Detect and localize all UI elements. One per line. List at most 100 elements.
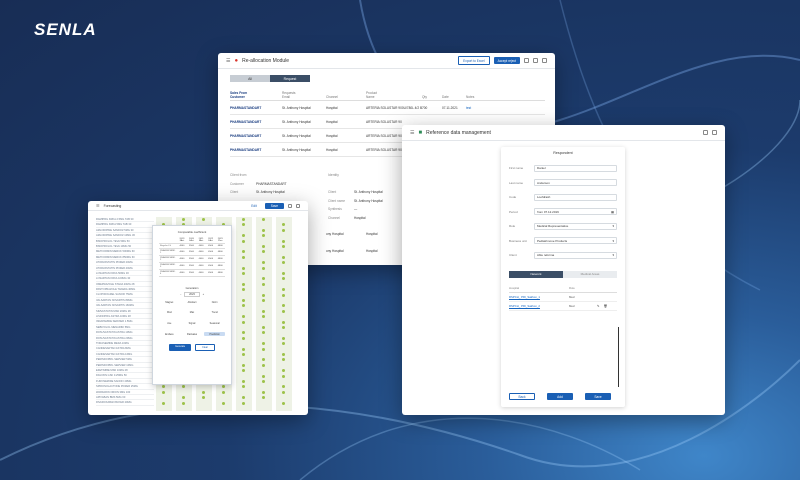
status-dot[interactable] <box>242 347 245 351</box>
status-dot[interactable] <box>242 401 245 405</box>
status-dot[interactable] <box>242 266 245 270</box>
status-dot[interactable] <box>262 326 265 329</box>
field-input[interactable]: from 07.12.2019 ▦ <box>534 208 617 216</box>
settings-icon[interactable] <box>533 58 538 63</box>
menu-icon[interactable]: ☰ <box>96 203 100 208</box>
product-item[interactable]: RIVAROXABAN BAYER 20MG <box>96 400 154 406</box>
tab-request[interactable]: Request <box>270 75 310 82</box>
status-dot[interactable] <box>262 245 265 248</box>
status-dot[interactable] <box>282 326 285 329</box>
export-button[interactable]: Export to Excel <box>458 56 490 65</box>
field-input[interactable]: Daniel <box>534 164 617 172</box>
generation-option[interactable]: Endless <box>159 332 180 337</box>
user-icon[interactable] <box>712 130 717 135</box>
generation-option[interactable]: Signal <box>182 321 203 326</box>
field-input[interactable]: Loofdrash <box>534 193 617 201</box>
generation-option[interactable]: Flat/sales <box>182 332 203 337</box>
status-dot[interactable] <box>162 401 165 405</box>
field-input[interactable]: Pediatrimove Products ▾ <box>534 237 617 245</box>
status-dot[interactable] <box>282 272 285 275</box>
delete-icon[interactable]: 🗑 <box>604 304 608 308</box>
status-dot[interactable] <box>242 380 245 383</box>
menu-icon[interactable]: ☰ <box>410 130 414 136</box>
add-button[interactable]: Add <box>547 393 573 400</box>
edit-button[interactable]: Edit <box>247 202 261 209</box>
calendar-icon[interactable]: ▦ <box>611 210 614 214</box>
generate-button[interactable]: Generate <box>169 344 192 352</box>
status-dot[interactable] <box>262 347 265 351</box>
status-dot[interactable] <box>262 309 265 313</box>
status-dot[interactable] <box>282 320 285 324</box>
status-dot[interactable] <box>242 363 245 367</box>
status-dot[interactable] <box>242 272 245 275</box>
status-dot[interactable] <box>262 228 265 232</box>
status-dot[interactable] <box>202 218 205 221</box>
table-row[interactable]: PHARMASTANDART St. Anthony Hospital Hospit… <box>230 101 545 115</box>
table-row[interactable]: RSPCH_ PRI_Sakhon_2 Med ✎ 🗑 <box>509 302 617 311</box>
chevron-down-icon[interactable]: ▾ <box>612 253 614 257</box>
status-dot[interactable] <box>202 390 205 394</box>
status-dot[interactable] <box>262 380 265 383</box>
status-dot[interactable] <box>242 255 245 259</box>
user-icon[interactable] <box>542 58 547 63</box>
status-dot[interactable] <box>242 353 245 356</box>
status-dot[interactable] <box>282 245 285 248</box>
status-dot[interactable] <box>262 218 265 221</box>
status-dot[interactable] <box>242 336 245 340</box>
status-dot[interactable] <box>262 390 265 394</box>
field-input[interactable]: Able reforma ▾ <box>534 251 617 259</box>
settings-icon[interactable] <box>703 130 708 135</box>
accept-button[interactable]: Accept reject <box>493 57 520 64</box>
settings-icon[interactable] <box>288 203 292 208</box>
chevron-down-icon[interactable]: ▾ <box>612 224 614 228</box>
minus-icon[interactable]: − <box>180 293 182 296</box>
user-icon[interactable] <box>296 203 300 208</box>
status-dot[interactable] <box>262 282 265 286</box>
plus-icon[interactable]: + <box>203 293 205 296</box>
clear-button[interactable]: Clear <box>195 344 215 352</box>
status-dot[interactable] <box>282 374 285 378</box>
table-row[interactable]: RSPCH_ PRI_Sakhon_1 Med <box>509 293 617 302</box>
status-dot[interactable] <box>222 390 225 394</box>
status-dot[interactable] <box>282 255 285 259</box>
generation-option[interactable]: Max <box>182 311 203 316</box>
status-dot[interactable] <box>282 390 285 394</box>
scrollbar[interactable] <box>618 327 619 387</box>
save-button[interactable]: Save <box>264 202 284 209</box>
status-dot[interactable] <box>242 218 245 221</box>
generation-option[interactable]: Seasonal <box>204 321 225 326</box>
status-dot[interactable] <box>282 228 285 232</box>
status-dot[interactable] <box>262 363 265 367</box>
status-dot[interactable] <box>262 293 265 297</box>
generation-option[interactable]: Trend <box>204 311 225 316</box>
status-dot[interactable] <box>242 239 245 243</box>
tab-medical-areas[interactable]: Medical Areas <box>563 270 617 278</box>
status-dot[interactable] <box>282 353 285 356</box>
generation-option[interactable]: Prediction <box>204 331 225 337</box>
status-dot[interactable] <box>182 401 185 405</box>
tab-network[interactable]: Network <box>509 270 563 278</box>
status-dot[interactable] <box>242 299 245 302</box>
year-stepper[interactable]: − 2023 + <box>153 292 231 297</box>
field-input[interactable]: Medical Representative ▾ <box>534 222 617 230</box>
status-dot[interactable] <box>282 401 285 405</box>
status-dot[interactable] <box>182 218 185 221</box>
status-dot[interactable] <box>222 401 225 405</box>
tab-all[interactable]: All <box>230 75 270 82</box>
field-input[interactable]: Anderson <box>534 179 617 187</box>
generation-option[interactable]: Magnet <box>159 300 180 305</box>
save-button[interactable]: Save <box>585 393 611 400</box>
generation-option[interactable]: Mod <box>159 311 180 316</box>
status-dot[interactable] <box>262 374 265 378</box>
menu-icon[interactable]: ☰ <box>226 58 230 64</box>
status-dot[interactable] <box>282 309 285 313</box>
status-dot[interactable] <box>282 239 285 243</box>
status-dot[interactable] <box>162 390 165 394</box>
status-dot[interactable] <box>282 293 285 297</box>
generation-option[interactable]: Ave <box>159 321 180 326</box>
edit-icon[interactable]: ✎ <box>597 304 600 308</box>
back-button[interactable]: Back <box>509 393 535 400</box>
status-dot[interactable] <box>282 336 285 340</box>
generation-option[interactable]: Abstract <box>182 300 203 305</box>
status-dot[interactable] <box>242 282 245 286</box>
